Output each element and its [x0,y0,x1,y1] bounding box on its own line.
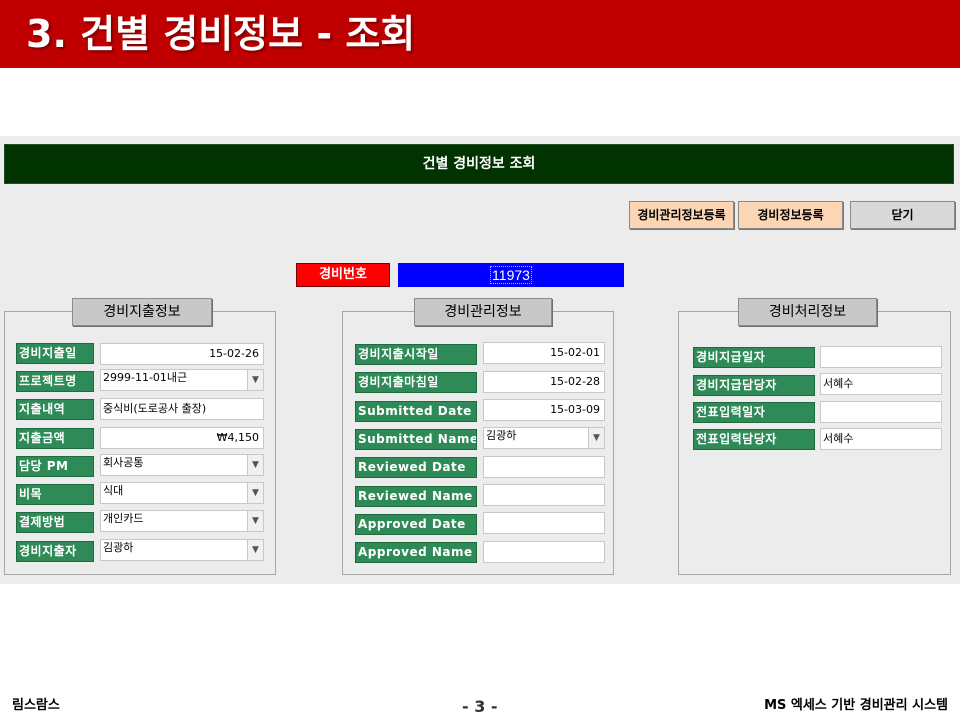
chevron-down-icon[interactable]: ▼ [247,370,263,390]
spending-detail-field[interactable]: 중식비(도로공사 출장) [100,398,264,420]
expense-form-window: 건별 경비정보 조회 경비관리정보등록 경비정보등록 닫기 경비번호 11973… [0,136,960,584]
expense-number-value: 11973 [490,266,532,284]
spender-combo[interactable]: 김광하 ▼ [100,539,264,561]
slide-title: 3. 건별 경비정보 - 조회 [26,12,416,56]
chevron-down-icon[interactable]: ▼ [588,428,604,448]
field-label-expense-date: 경비지출일 [16,343,94,364]
approved-name-field[interactable] [483,541,605,563]
chevron-down-icon[interactable]: ▼ [247,540,263,560]
pm-value: 회사공통 [103,456,144,469]
page-number: - 3 - [462,697,498,716]
submitted-name-value: 김광하 [486,429,517,442]
voucher-date-field[interactable] [820,401,942,423]
payment-manager-field[interactable]: 서혜수 [820,373,942,395]
period-start-field[interactable]: 15-02-01 [483,342,605,364]
reviewed-name-field[interactable] [483,484,605,506]
submitted-name-combo[interactable]: 김광하 ▼ [483,427,605,449]
slide-header: 3. 건별 경비정보 - 조회 [0,0,960,68]
approved-date-field[interactable] [483,512,605,534]
field-label-approved-date: Approved Date [355,514,477,535]
period-end-field[interactable]: 15-02-28 [483,371,605,393]
field-label-spending-amount: 지출금액 [16,428,94,449]
field-label-submitted-date: Submitted Date [355,401,477,422]
form-title: 건별 경비정보 조회 [4,144,954,184]
slide: 3. 건별 경비정보 - 조회 건별 경비정보 조회 경비관리정보등록 경비정보… [0,0,960,720]
spending-amount-field[interactable]: ₩4,150 [100,427,264,449]
voucher-manager-field[interactable]: 서혜수 [820,428,942,450]
field-label-reviewed-date: Reviewed Date [355,457,477,478]
payment-method-value: 개인카드 [103,512,144,525]
field-label-period-end: 경비지출마침일 [355,372,477,393]
reviewed-date-field[interactable] [483,456,605,478]
field-label-approved-name: Approved Name [355,542,477,563]
project-name-value: 2999-11-01내근 [103,371,188,384]
field-label-period-start: 경비지출시작일 [355,344,477,365]
chevron-down-icon[interactable]: ▼ [247,511,263,531]
cost-item-value: 식대 [103,484,124,497]
payment-method-combo[interactable]: 개인카드 ▼ [100,510,264,532]
cost-item-combo[interactable]: 식대 ▼ [100,482,264,504]
footer-company: 림스람스 [12,698,60,713]
chevron-down-icon[interactable]: ▼ [247,455,263,475]
chevron-down-icon[interactable]: ▼ [247,483,263,503]
expense-date-field[interactable]: 15-02-26 [100,343,264,365]
footer-system-name: MS 엑세스 기반 경비관리 시스템 [764,698,948,713]
field-label-project-name: 프로젝트명 [16,371,94,392]
register-management-info-button[interactable]: 경비관리정보등록 [629,201,734,229]
field-label-cost-item: 비목 [16,484,94,505]
register-expense-info-button[interactable]: 경비정보등록 [738,201,843,229]
management-info-group-title: 경비관리정보 [414,298,552,326]
processing-info-group-title: 경비처리정보 [738,298,877,326]
submitted-date-field[interactable]: 15-03-09 [483,399,605,421]
field-label-pm: 담당 PM [16,456,94,477]
expense-number-label: 경비번호 [296,263,390,287]
field-label-reviewed-name: Reviewed Name [355,486,477,507]
field-label-spender: 경비지출자 [16,541,94,562]
pm-combo[interactable]: 회사공통 ▼ [100,454,264,476]
field-label-submitted-name: Submitted Name [355,429,477,450]
field-label-voucher-date: 전표입력일자 [693,402,815,423]
spender-value: 김광하 [103,541,134,554]
field-label-payment-method: 결제방법 [16,512,94,533]
payment-date-field[interactable] [820,346,942,368]
project-name-combo[interactable]: 2999-11-01내근 ▼ [100,369,264,391]
close-button[interactable]: 닫기 [850,201,955,229]
field-label-spending-detail: 지출내역 [16,399,94,420]
field-label-payment-date: 경비지급일자 [693,347,815,368]
expense-number-field[interactable]: 11973 [398,263,624,287]
field-label-payment-manager: 경비지급담당자 [693,375,815,396]
spending-info-group-title: 경비지출정보 [72,298,212,326]
field-label-voucher-manager: 전표입력담당자 [693,429,815,450]
